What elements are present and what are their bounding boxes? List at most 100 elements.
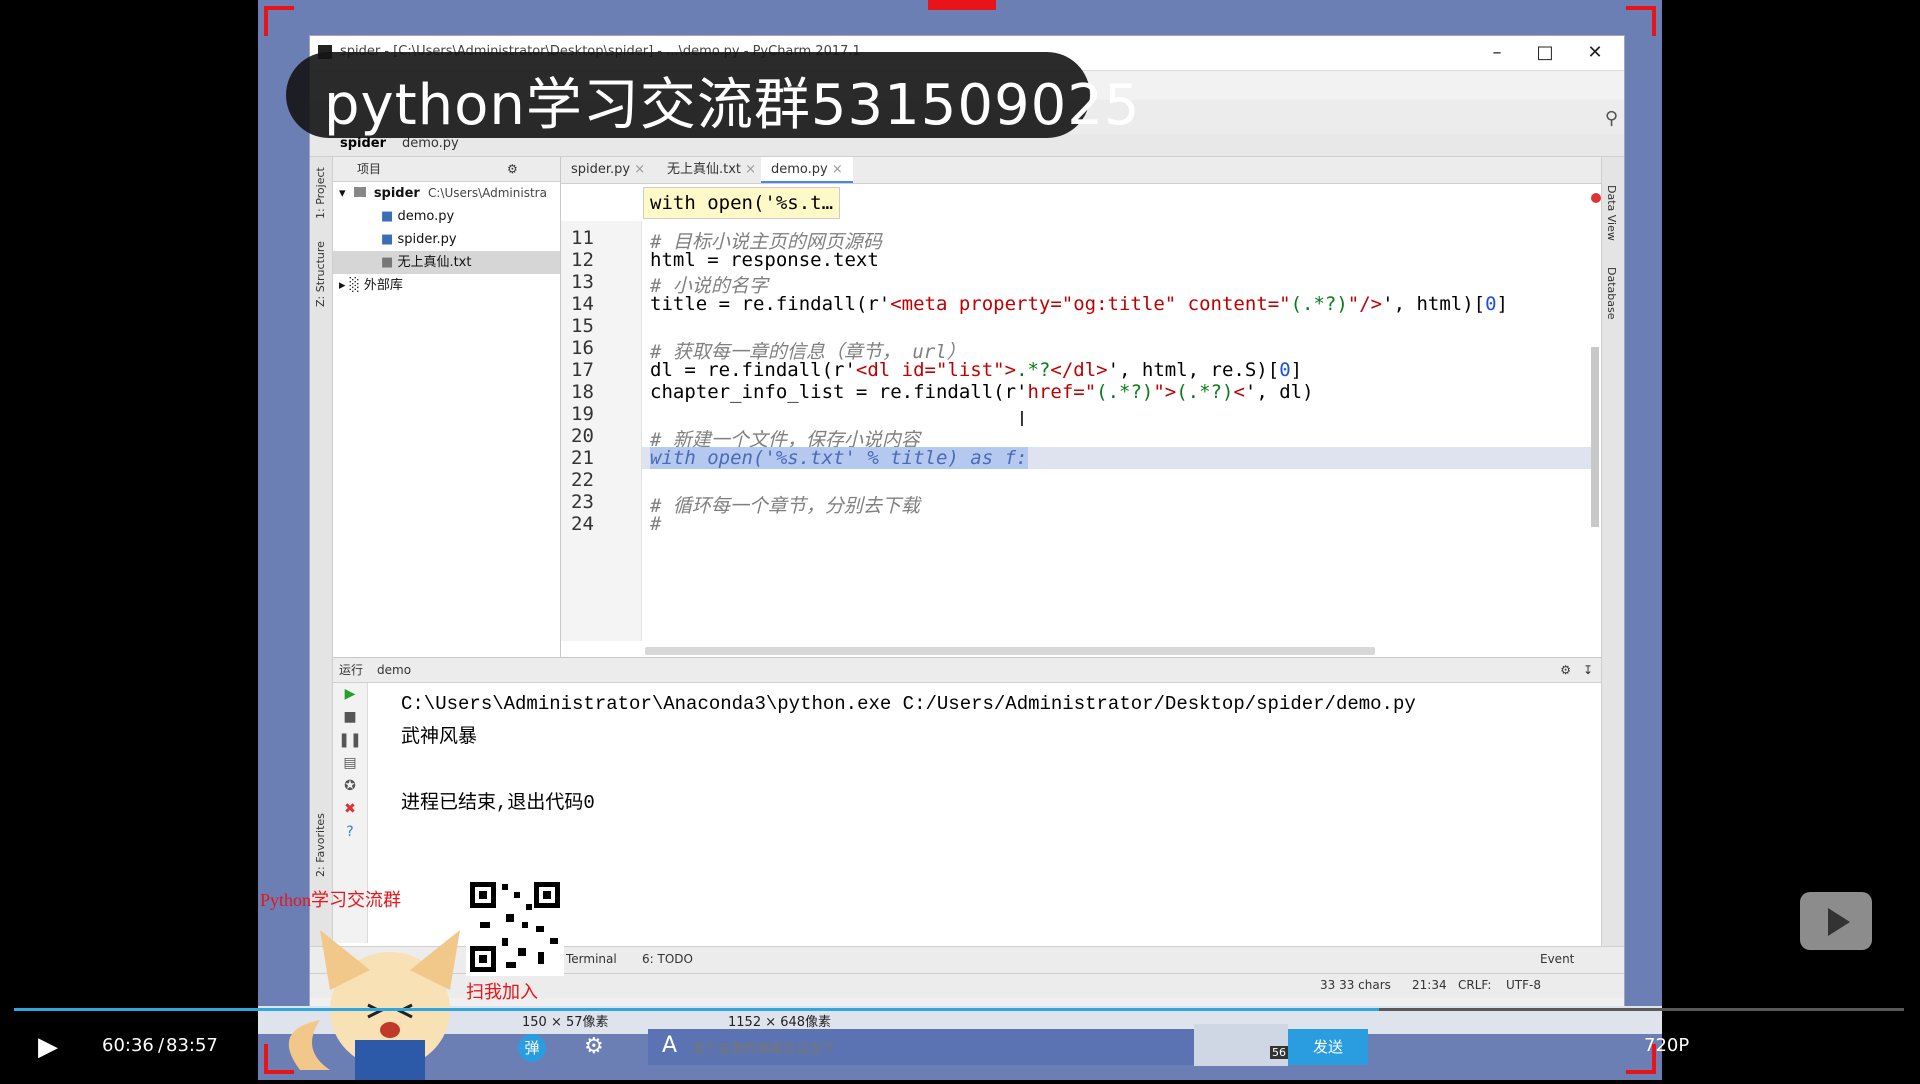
minimize-button[interactable]: – bbox=[1474, 40, 1520, 66]
run-panel-header: 运行 demo ⚙ ↧ bbox=[333, 658, 1601, 683]
tree-root-name: spider bbox=[373, 186, 420, 201]
code-token: .*? bbox=[1016, 359, 1051, 381]
line-separator[interactable]: CRLF: bbox=[1458, 978, 1491, 992]
thumbnail-preview: 56 bbox=[1194, 1024, 1288, 1066]
left-tool-strip: 1: Project Z: Structure 2: Favorites bbox=[310, 157, 333, 977]
code-token: (.*?) bbox=[1096, 381, 1154, 403]
group-title-text: python学习交流群531509025 bbox=[324, 73, 1141, 138]
project-tool-tab[interactable]: 1: Project bbox=[314, 167, 327, 219]
folder-icon bbox=[353, 187, 366, 197]
tree-file[interactable]: ■ spider.py bbox=[333, 228, 560, 251]
tree-external-libs[interactable]: ▸ ░ 外部库 bbox=[333, 274, 560, 297]
line-number: 23 bbox=[571, 491, 594, 513]
pin-icon[interactable]: ✪ bbox=[333, 775, 367, 798]
danmu-toggle[interactable]: 弹 bbox=[518, 1034, 546, 1062]
code-editor[interactable]: spider.py × 无上真仙.txt × demo.py × with op… bbox=[561, 157, 1601, 657]
tab-demo-py[interactable]: demo.py × bbox=[761, 157, 853, 183]
run-output: C:\Users\Administrator\Anaconda3\python.… bbox=[401, 688, 1416, 820]
close-icon[interactable]: × bbox=[832, 162, 843, 177]
gear-icon[interactable]: ⚙ bbox=[1560, 658, 1571, 682]
code-token: title = re.findall(r' bbox=[650, 293, 891, 315]
danmu-input[interactable] bbox=[690, 1035, 1174, 1061]
maximize-button[interactable]: □ bbox=[1522, 40, 1568, 66]
danmu-style-icon[interactable]: A bbox=[662, 1033, 677, 1058]
run-config[interactable]: demo bbox=[377, 658, 411, 682]
code-token: </dl> bbox=[1050, 359, 1108, 381]
tree-file[interactable]: ■ demo.py bbox=[333, 205, 560, 228]
output-line: C:\Users\Administrator\Anaconda3\python.… bbox=[401, 693, 1416, 715]
time-separator: / bbox=[158, 1035, 165, 1056]
project-header-label[interactable]: 项目 bbox=[343, 162, 381, 176]
quality-selector[interactable]: 720P bbox=[1644, 1035, 1689, 1056]
frame-red-tab bbox=[928, 0, 996, 10]
danmu-settings-icon[interactable]: ⚙ bbox=[584, 1034, 604, 1059]
code-token: href=" bbox=[1027, 381, 1097, 403]
run-label: 运行 bbox=[339, 663, 364, 677]
gear-icon[interactable]: ⚙ bbox=[507, 157, 518, 181]
line-number: 11 bbox=[571, 227, 594, 249]
bilibili-tv-icon[interactable] bbox=[1800, 892, 1872, 950]
help-icon[interactable]: ? bbox=[333, 821, 367, 844]
code-line: # bbox=[650, 513, 662, 535]
line-number: 22 bbox=[571, 469, 594, 491]
code-line: title = re.findall(r'<meta property="og:… bbox=[650, 293, 1508, 315]
search-icon[interactable]: ⚲ bbox=[1605, 108, 1618, 129]
danmu-input-box: A bbox=[648, 1029, 1194, 1065]
file-encoding[interactable]: UTF-8 bbox=[1506, 978, 1541, 992]
frame-corner bbox=[264, 6, 294, 36]
code-token: (.*?) bbox=[1290, 293, 1348, 315]
error-indicator-icon[interactable] bbox=[1591, 193, 1601, 203]
code-token: 0 bbox=[1279, 359, 1291, 381]
structure-tool-tab[interactable]: Z: Structure bbox=[314, 241, 327, 307]
todo-tab[interactable]: 6: TODO bbox=[642, 952, 693, 966]
horizontal-scrollbar[interactable] bbox=[645, 647, 1375, 655]
play-icon[interactable]: ▶ bbox=[38, 1032, 58, 1062]
tree-root-path: C:\Users\Administra bbox=[428, 186, 547, 200]
vertical-scrollbar[interactable] bbox=[1591, 347, 1599, 527]
send-button[interactable]: 发送 bbox=[1288, 1029, 1368, 1065]
code-token: 0 bbox=[1485, 293, 1497, 315]
tab-spider-py[interactable]: spider.py × bbox=[561, 157, 655, 183]
frame-corner bbox=[1626, 6, 1656, 36]
pycharm-window: spider - [C:\Users\Administrator\Desktop… bbox=[310, 36, 1624, 1016]
output-line: 武神风暴 bbox=[401, 726, 478, 748]
python-file-icon: ■ bbox=[381, 232, 394, 247]
code-line: # 循环每一个章节，分别去下载 bbox=[650, 495, 920, 517]
close-icon[interactable]: × bbox=[634, 162, 645, 177]
tab-label: spider.py bbox=[571, 162, 631, 177]
event-log-tab[interactable]: Event bbox=[1540, 952, 1574, 966]
promo-group-text: Python学习交流群 bbox=[260, 890, 402, 910]
tree-root[interactable]: ▾ spider C:\Users\Administra bbox=[333, 182, 560, 205]
data-view-tab[interactable]: Data View bbox=[1605, 185, 1618, 241]
current-time: 60:36 bbox=[102, 1035, 154, 1056]
code-line: chapter_info_list = re.findall(r'href="(… bbox=[650, 381, 1314, 403]
close-button[interactable]: ✕ bbox=[1572, 40, 1618, 66]
hide-icon[interactable]: ↧ bbox=[1583, 658, 1593, 682]
image-size-2: 1152 × 648像素 bbox=[728, 1015, 832, 1030]
pause-icon[interactable]: ❚❚ bbox=[333, 729, 367, 752]
code-token: <meta property="og:title" content=" bbox=[890, 293, 1291, 315]
expand-icon: ▸ bbox=[339, 278, 346, 293]
tree-file[interactable]: ■ 无上真仙.txt bbox=[333, 251, 560, 274]
code-token: dl = re.findall(r' bbox=[650, 359, 856, 381]
rerun-icon[interactable]: ▶ bbox=[333, 683, 367, 706]
database-tab[interactable]: Database bbox=[1605, 267, 1618, 320]
line-number: 16 bbox=[571, 337, 594, 359]
code-token: "/> bbox=[1347, 293, 1383, 315]
stop-icon[interactable]: ■ bbox=[333, 706, 367, 729]
tab-label: 无上真仙.txt bbox=[667, 162, 742, 177]
editor-tabs: spider.py × 无上真仙.txt × demo.py × bbox=[561, 157, 1601, 184]
code-token: (.*?) bbox=[1176, 381, 1234, 403]
tree-file-label: 无上真仙.txt bbox=[397, 255, 472, 270]
layout-icon[interactable]: ▤ bbox=[333, 752, 367, 775]
cursor-position[interactable]: 21:34 bbox=[1412, 978, 1447, 992]
breadcrumb-hint: with open('%s.t… bbox=[643, 187, 841, 219]
favorites-tool-tab[interactable]: 2: Favorites bbox=[314, 813, 327, 877]
close-icon[interactable]: ✖ bbox=[333, 798, 367, 821]
terminal-tab[interactable]: Terminal bbox=[566, 952, 617, 966]
tab-txt[interactable]: 无上真仙.txt × bbox=[657, 157, 766, 183]
python-file-icon: ■ bbox=[381, 209, 394, 224]
tab-label: demo.py bbox=[771, 162, 828, 177]
close-icon[interactable]: × bbox=[745, 162, 756, 177]
promo-scan-text: 扫我加入 bbox=[466, 982, 538, 1003]
